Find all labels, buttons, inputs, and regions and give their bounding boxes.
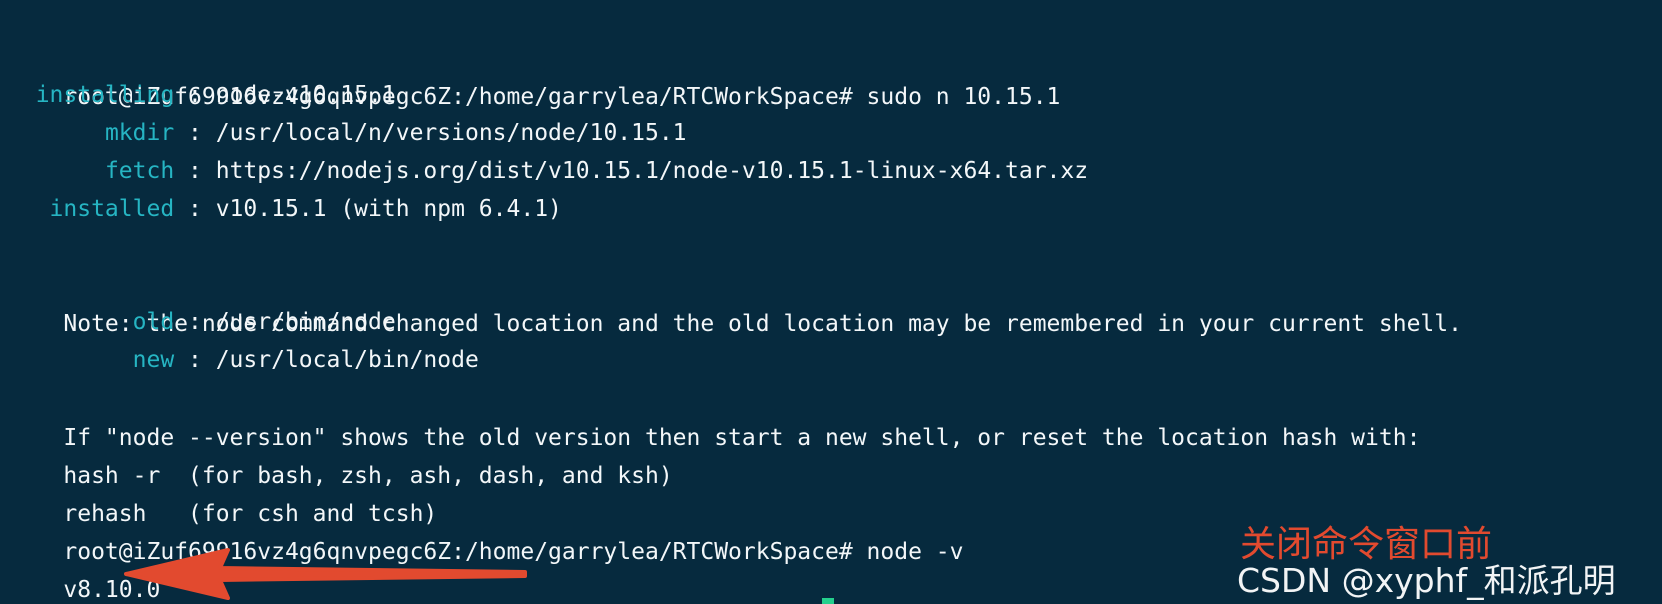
status-key-mkdir: mkdir [104,120,175,146]
status-value: : /usr/local/bin/node [174,347,479,373]
terminal-line-installing: installing : node-v10.15.1 [8,75,396,115]
status-value: : node-v10.15.1 [174,82,396,108]
terminal-line-mkdir: mkdir : /usr/local/n/versions/node/10.15… [8,113,687,153]
terminal-line-fetch: fetch : https://nodejs.org/dist/v10.15.1… [8,151,1088,191]
status-key-installed: installed [49,196,175,222]
terminal-cursor [822,598,834,604]
terminal-line-old: old : /usr/bin/node [8,302,396,342]
left-arrow-icon [124,548,527,600]
status-value: : https://nodejs.org/dist/v10.15.1/node-… [174,158,1089,184]
status-key-new: new [132,347,175,373]
terminal-line-note: Note: the node command changed location … [8,264,1462,337]
terminal-line-rehash: rehash (for csh and tcsh) [8,454,437,527]
status-value: : v10.15.1 (with npm 6.4.1) [174,196,562,222]
status-value: : /usr/bin/node [174,309,396,335]
status-key-installing: installing [35,82,175,108]
status-key-fetch: fetch [104,158,175,184]
terminal-line-hint: If "node --version" shows the old versio… [8,378,1420,451]
terminal-line-prompt-2: root@iZuf69916vz4g6qnvpegc6Z:/home/garry… [8,492,963,565]
terminal-line-hash: hash -r (for bash, zsh, ash, dash, and k… [8,416,672,489]
csdn-watermark: CSDN @xyphf_和派孔明 [1237,561,1616,600]
status-value: : /usr/local/n/versions/node/10.15.1 [174,120,687,146]
status-key-old: old [132,309,175,335]
terminal-line-prompt-1: root@iZuf69916vz4g6qnvpegc6Z:/home/garry… [8,37,1060,110]
terminal-line-new: new : /usr/local/bin/node [8,340,479,380]
terminal-window[interactable]: root@iZuf69916vz4g6qnvpegc6Z:/home/garry… [0,0,1662,604]
terminal-line-installed: installed : v10.15.1 (with npm 6.4.1) [8,189,562,229]
